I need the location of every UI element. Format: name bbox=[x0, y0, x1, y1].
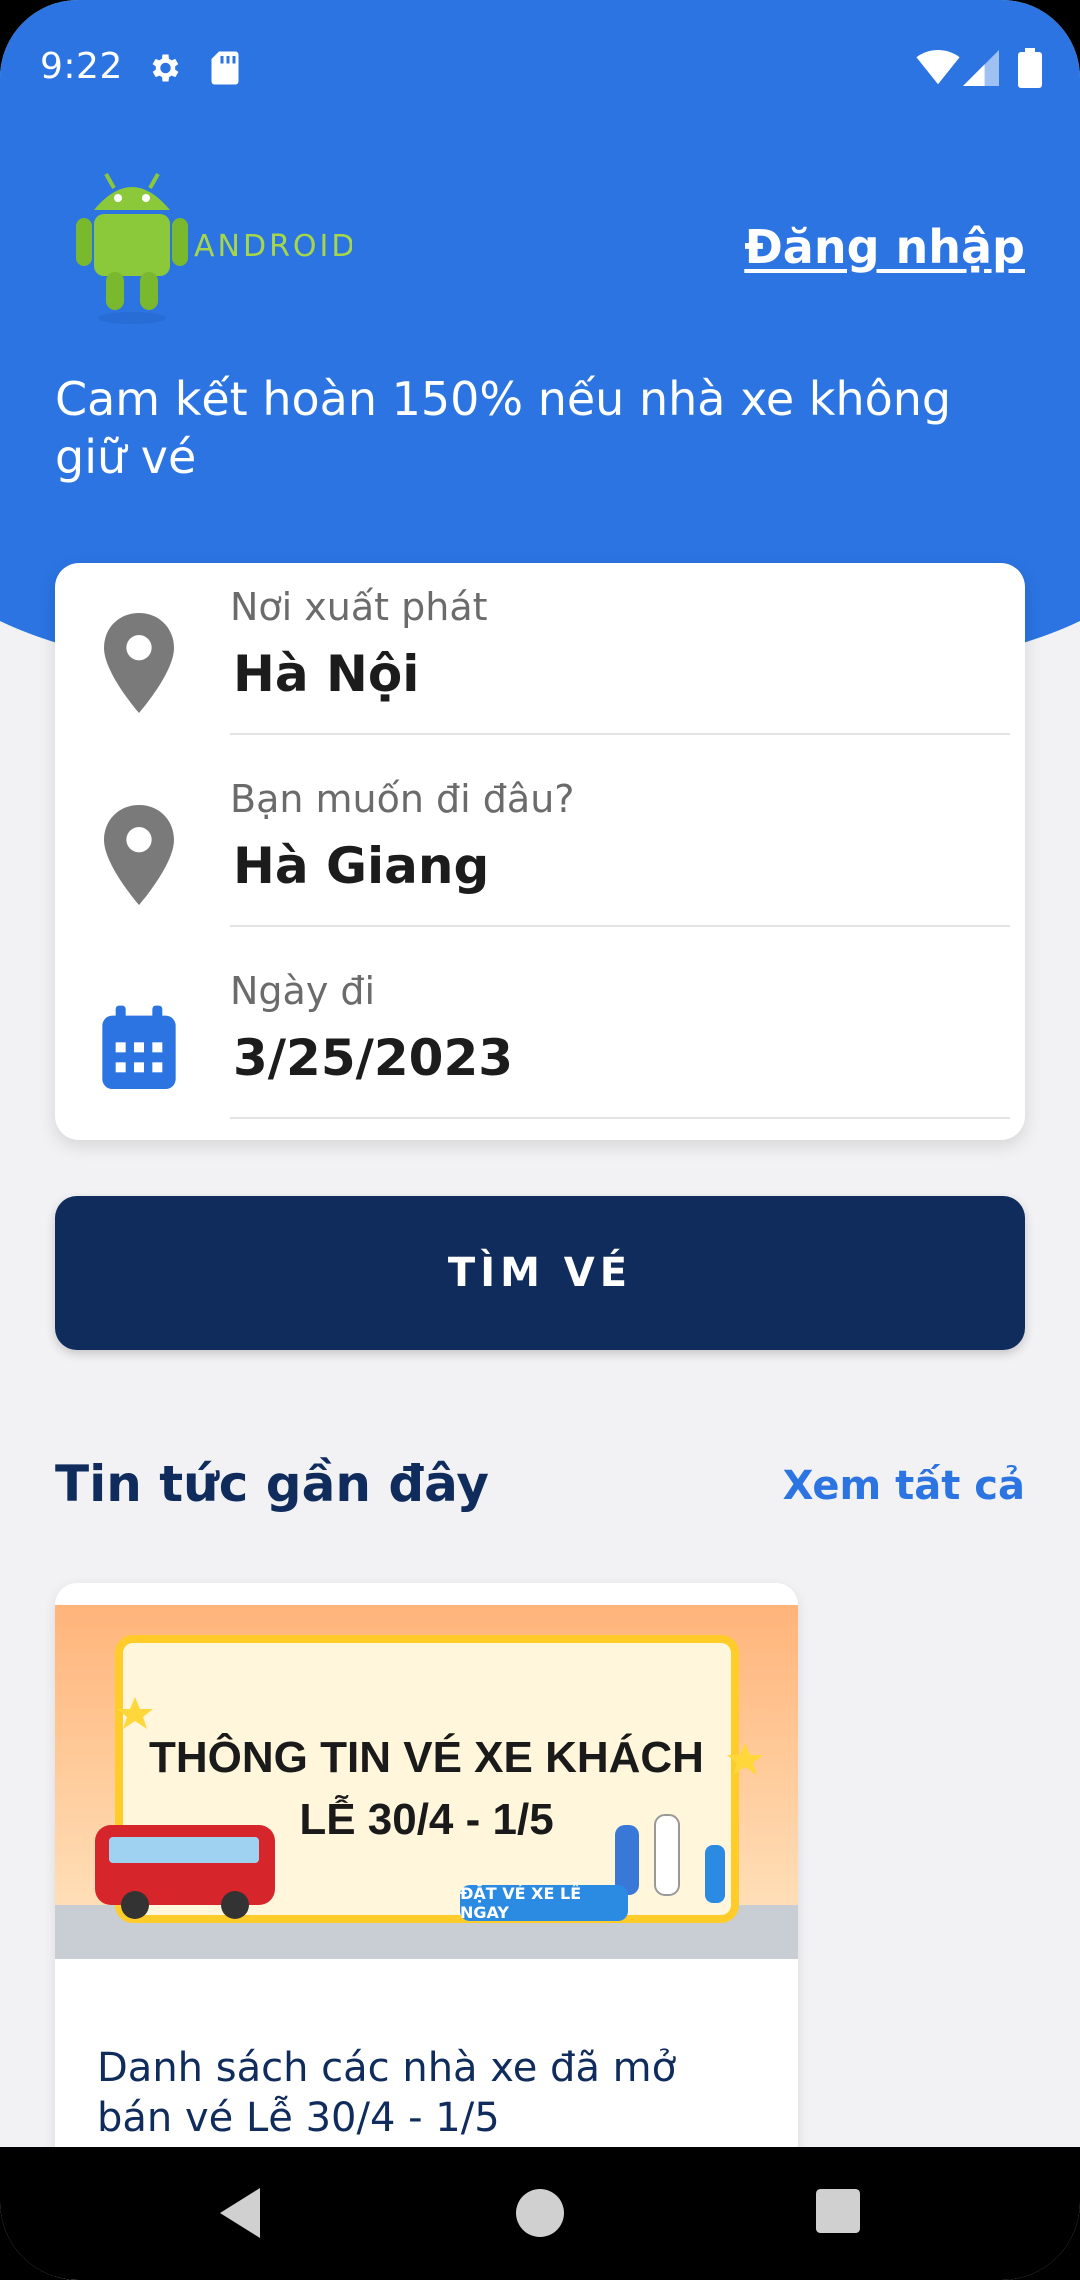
news-banner-title-line1: THÔNG TIN VÉ XE KHÁCH bbox=[149, 1733, 704, 1782]
status-bar: 9:22 bbox=[0, 0, 1080, 135]
login-link[interactable]: Đăng nhập bbox=[744, 220, 1025, 274]
wifi-icon bbox=[916, 50, 960, 85]
origin-field[interactable]: Nơi xuất phát Hà Nội bbox=[55, 563, 1025, 755]
news-headline[interactable]: Danh sách các nhà xe đã mở bán vé Lễ 30/… bbox=[97, 2043, 737, 2143]
date-underline bbox=[230, 1117, 1010, 1119]
back-icon[interactable] bbox=[215, 2185, 265, 2241]
recents-icon[interactable] bbox=[816, 2189, 860, 2233]
destination-value[interactable]: Hà Giang bbox=[233, 837, 489, 895]
app-screen: 9:22 ANDROID Đăng nhập Cam kết hoàn 150%… bbox=[0, 0, 1080, 2280]
search-button[interactable]: TÌM VÉ bbox=[55, 1196, 1025, 1350]
news-banner-cta: ĐẶT VÉ XE LỄ NGAY bbox=[460, 1884, 628, 1922]
news-section-title: Tin tức gần đây bbox=[55, 1455, 489, 1513]
date-label: Ngày đi bbox=[230, 969, 376, 1013]
destination-label: Bạn muốn đi đâu? bbox=[230, 777, 575, 821]
system-nav-bar bbox=[0, 2147, 1080, 2280]
calendar-icon bbox=[102, 1005, 176, 1089]
see-all-link[interactable]: Xem tất cả bbox=[783, 1463, 1025, 1509]
origin-underline bbox=[230, 733, 1010, 735]
location-pin-icon bbox=[104, 805, 174, 905]
battery-icon bbox=[1018, 48, 1042, 88]
signal-icon bbox=[963, 50, 999, 86]
date-value[interactable]: 3/25/2023 bbox=[233, 1029, 513, 1087]
svg-text:ANDROID: ANDROID bbox=[194, 229, 352, 264]
news-banner-title-line2: LỄ 30/4 - 1/5 bbox=[299, 1795, 554, 1844]
status-time: 9:22 bbox=[40, 46, 123, 87]
origin-label: Nơi xuất phát bbox=[230, 585, 488, 629]
origin-value[interactable]: Hà Nội bbox=[233, 645, 419, 703]
destination-underline bbox=[230, 925, 1010, 927]
gear-icon bbox=[152, 54, 179, 82]
android-logo: ANDROID bbox=[76, 173, 352, 324]
search-card: Nơi xuất phát Hà Nội Bạn muốn đi đâu? Hà… bbox=[55, 563, 1025, 1140]
date-field[interactable]: Ngày đi 3/25/2023 bbox=[55, 947, 1025, 1139]
sd-card-icon bbox=[211, 51, 239, 85]
home-icon[interactable] bbox=[516, 2189, 564, 2237]
location-pin-icon bbox=[104, 613, 174, 713]
tagline: Cam kết hoàn 150% nếu nhà xe không giữ v… bbox=[55, 372, 952, 484]
destination-field[interactable]: Bạn muốn đi đâu? Hà Giang bbox=[55, 755, 1025, 947]
